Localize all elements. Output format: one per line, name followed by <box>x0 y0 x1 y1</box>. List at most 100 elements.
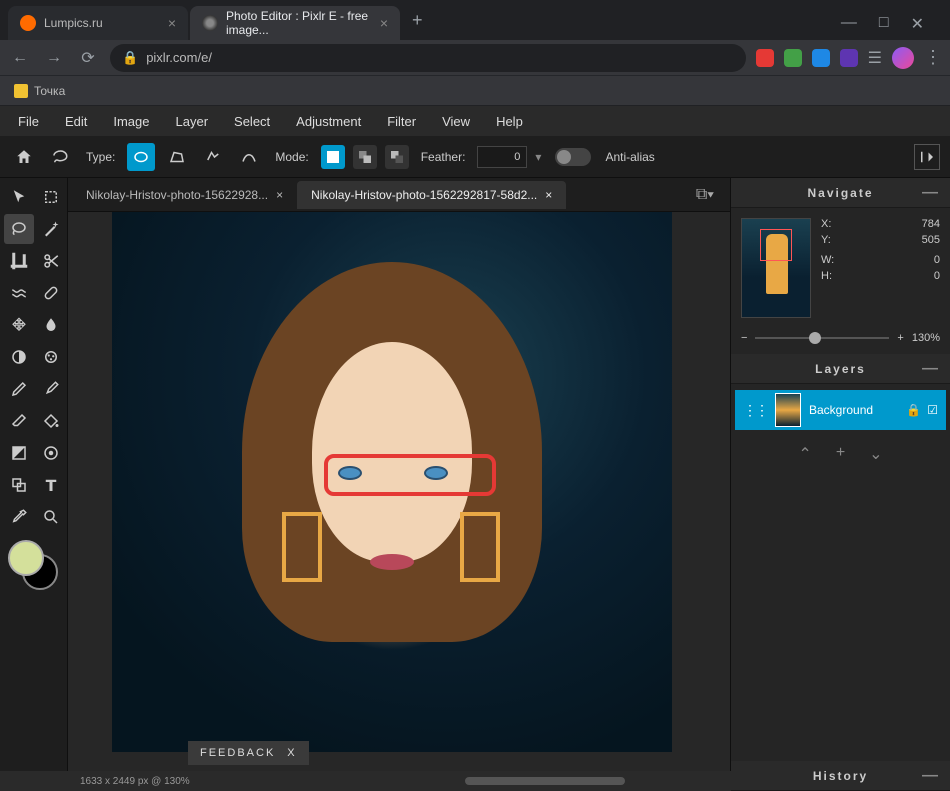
nav-y-value: 505 <box>922 234 940 246</box>
marquee-tool-icon[interactable] <box>36 182 66 212</box>
favicon-icon <box>202 15 218 31</box>
color-swatches[interactable] <box>4 540 66 590</box>
browser-tab-0[interactable]: Lumpics.ru × <box>8 6 188 40</box>
close-icon[interactable]: × <box>374 15 388 31</box>
close-icon[interactable]: × <box>276 188 283 202</box>
replace-color-tool-icon[interactable] <box>36 438 66 468</box>
menu-help[interactable]: Help <box>484 108 535 135</box>
zoom-tool-icon[interactable] <box>36 502 66 532</box>
menu-adjustment[interactable]: Adjustment <box>284 108 373 135</box>
feedback-button[interactable]: FEEDBACK X <box>188 741 309 765</box>
menu-icon[interactable]: ⋮ <box>924 47 942 68</box>
reload-button[interactable]: ⟳ <box>76 46 100 70</box>
lasso-tool-icon[interactable] <box>4 214 34 244</box>
back-button[interactable]: ← <box>8 46 32 70</box>
extension-icon[interactable] <box>812 49 830 67</box>
home-icon[interactable] <box>10 143 38 171</box>
menu-select[interactable]: Select <box>222 108 282 135</box>
gradient-tool-icon[interactable] <box>4 438 34 468</box>
bookmark-item[interactable]: Точка <box>34 84 65 98</box>
heal-tool-icon[interactable] <box>36 278 66 308</box>
lasso-freehand-icon[interactable] <box>127 143 155 171</box>
layers-panel-header[interactable]: Layers — <box>731 354 950 384</box>
profile-avatar[interactable] <box>892 47 914 69</box>
document-tabs: Nikolay-Hristov-photo-15622928... × Niko… <box>68 178 730 212</box>
new-tab-button[interactable]: + <box>402 4 433 37</box>
fill-tool-icon[interactable] <box>36 406 66 436</box>
wand-tool-icon[interactable] <box>36 214 66 244</box>
close-icon[interactable]: × <box>162 15 176 31</box>
doc-tab-0[interactable]: Nikolay-Hristov-photo-15622928... × <box>72 181 297 209</box>
lasso-icon[interactable] <box>46 143 74 171</box>
url-input[interactable]: 🔒 pixlr.com/e/ <box>110 44 746 72</box>
horizontal-scrollbar[interactable] <box>465 777 625 785</box>
drag-handle-icon[interactable]: ⋮⋮ <box>743 402 767 419</box>
menu-view[interactable]: View <box>430 108 482 135</box>
close-icon[interactable]: ✕ <box>911 14 924 34</box>
extension-icon[interactable] <box>784 49 802 67</box>
layer-down-icon[interactable]: ⌄ <box>869 444 882 464</box>
cutout-tool-icon[interactable] <box>36 246 66 276</box>
fg-color-swatch[interactable] <box>8 540 44 576</box>
canvas[interactable]: FEEDBACK X <box>68 212 730 791</box>
minimize-icon[interactable]: — <box>922 767 940 785</box>
doc-tab-title: Nikolay-Hristov-photo-1562292817-58d2... <box>311 188 537 202</box>
clone-tool-icon[interactable] <box>4 310 34 340</box>
visibility-icon[interactable]: ☑ <box>927 403 938 417</box>
tab-options-icon[interactable]: ⧉▾ <box>684 186 726 204</box>
eraser-tool-icon[interactable] <box>4 406 34 436</box>
lasso-polygon-icon[interactable] <box>163 143 191 171</box>
zoom-out-button[interactable]: − <box>741 332 747 344</box>
minimize-icon[interactable]: — <box>841 14 857 34</box>
dodge-tool-icon[interactable] <box>4 342 34 372</box>
picker-tool-icon[interactable] <box>4 502 34 532</box>
close-icon[interactable]: X <box>287 747 296 759</box>
zoom-in-button[interactable]: + <box>897 332 903 344</box>
add-layer-icon[interactable]: + <box>836 444 845 464</box>
menu-layer[interactable]: Layer <box>164 108 221 135</box>
pen-tool-icon[interactable] <box>4 374 34 404</box>
minimize-icon[interactable]: — <box>922 360 940 378</box>
history-panel-header[interactable]: History — <box>731 761 950 791</box>
layer-item[interactable]: ⋮⋮ Background 🔒 ☑ <box>735 390 946 430</box>
menu-file[interactable]: File <box>6 108 51 135</box>
blur-tool-icon[interactable] <box>36 310 66 340</box>
maximize-icon[interactable]: □ <box>879 14 889 34</box>
doc-tab-1[interactable]: Nikolay-Hristov-photo-1562292817-58d2...… <box>297 181 566 209</box>
menu-image[interactable]: Image <box>101 108 161 135</box>
navigator-thumbnail[interactable] <box>741 218 811 318</box>
text-tool-icon[interactable] <box>36 470 66 500</box>
feather-input[interactable] <box>477 146 527 168</box>
mode-subtract-icon[interactable] <box>385 145 409 169</box>
extension-icon[interactable] <box>840 49 858 67</box>
forward-button[interactable]: → <box>42 46 66 70</box>
collapse-panels-icon[interactable] <box>914 144 940 170</box>
minimize-icon[interactable]: — <box>922 184 940 202</box>
lasso-bezier-icon[interactable] <box>235 143 263 171</box>
lasso-magnetic-icon[interactable] <box>199 143 227 171</box>
navigate-panel-header[interactable]: Navigate — <box>731 178 950 208</box>
liquify-tool-icon[interactable] <box>4 278 34 308</box>
highlight-annotation <box>324 454 496 496</box>
menu-filter[interactable]: Filter <box>375 108 428 135</box>
extension-icon[interactable] <box>756 49 774 67</box>
mode-new-icon[interactable] <box>321 145 345 169</box>
menu-edit[interactable]: Edit <box>53 108 99 135</box>
mode-add-icon[interactable] <box>353 145 377 169</box>
layer-up-icon[interactable]: ⌃ <box>798 444 811 464</box>
folder-icon <box>14 84 28 98</box>
reading-list-icon[interactable]: ☰ <box>868 48 882 68</box>
arrow-tool-icon[interactable] <box>4 182 34 212</box>
close-icon[interactable]: × <box>545 188 552 202</box>
doc-tab-title: Nikolay-Hristov-photo-15622928... <box>86 188 268 202</box>
browser-tab-1[interactable]: Photo Editor : Pixlr E - free image... × <box>190 6 400 40</box>
shape-tool-icon[interactable] <box>4 470 34 500</box>
zoom-slider[interactable] <box>755 337 889 339</box>
url-text: pixlr.com/e/ <box>146 50 212 65</box>
crop-tool-icon[interactable] <box>4 246 34 276</box>
sponge-tool-icon[interactable] <box>36 342 66 372</box>
nav-w-value: 0 <box>934 254 940 266</box>
antialias-toggle[interactable] <box>555 148 591 166</box>
lock-icon[interactable]: 🔒 <box>906 403 921 417</box>
brush-tool-icon[interactable] <box>36 374 66 404</box>
